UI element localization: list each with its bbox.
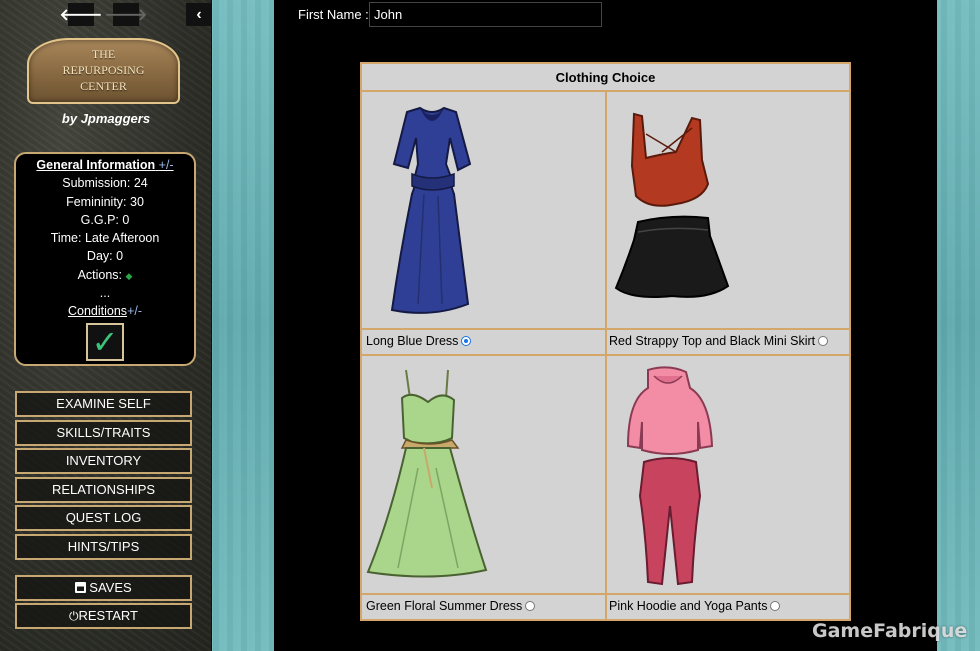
floppy-disk-icon (75, 582, 87, 593)
watermark: GameFabrique (812, 620, 968, 642)
long-blue-dress-image[interactable] (372, 104, 492, 324)
main-passage: First Name : John Clothing Choice Long B… (274, 0, 937, 651)
back-arrow-icon[interactable]: 🡐 (60, 3, 102, 26)
option-label: Long Blue Dress (366, 334, 459, 348)
logo-line-3: CENTER (80, 79, 127, 93)
conditions-link[interactable]: Conditions (68, 304, 127, 318)
stat-time: Time: Late Afteroon (50, 231, 160, 246)
radio-green-summer-dress[interactable] (525, 601, 536, 611)
general-info-link[interactable]: General Information (36, 158, 155, 172)
option-long-blue-dress[interactable]: Long Blue Dress (366, 334, 472, 348)
power-icon: ⏻ (69, 609, 79, 623)
radio-red-top-black-skirt[interactable] (818, 336, 829, 346)
stat-ggp: G.G.P: 0 (80, 212, 130, 227)
actions-label: Actions: (77, 267, 126, 282)
table-divider (362, 593, 849, 595)
restart-label: RESTART (78, 608, 138, 623)
quest-log-button[interactable]: QUEST LOG (15, 505, 192, 531)
green-summer-dress-image[interactable] (362, 368, 492, 588)
inventory-button[interactable]: INVENTORY (15, 448, 192, 474)
radio-long-blue-dress[interactable] (461, 336, 472, 346)
stat-actions: Actions: ◆ (16, 266, 194, 284)
pink-hoodie-yoga-pants-image[interactable] (614, 366, 724, 591)
conditions-row: Conditions+/- (16, 302, 194, 320)
table-divider (362, 354, 849, 356)
skills-traits-button[interactable]: SKILLS/TRAITS (15, 420, 192, 446)
info-header: General Information +/- (16, 156, 194, 174)
examine-self-button[interactable]: EXAMINE SELF (15, 391, 192, 417)
info-ellipsis: ... (99, 286, 111, 301)
action-point-icon: ◆ (125, 270, 133, 281)
stat-femininity: Femininity: 30 (66, 194, 144, 209)
option-red-top-black-skirt[interactable]: Red Strappy Top and Black Mini Skirt (609, 334, 829, 348)
sidebar: 🡐 🡒 ‹ THE REPURPOSING CENTER by Jpmagger… (0, 0, 212, 651)
option-pink-hoodie-yoga-pants[interactable]: Pink Hoodie and Yoga Pants (609, 599, 781, 613)
table-divider (362, 328, 849, 330)
saves-label: SAVES (89, 580, 132, 595)
relationships-button[interactable]: RELATIONSHIPS (15, 477, 192, 503)
logo-line-1: THE (91, 47, 116, 61)
checkmark-icon: ✓ (86, 322, 124, 361)
general-info-panel: General Information +/- Submission: 24 F… (14, 152, 196, 366)
author-byline: by Jpmaggers (61, 111, 151, 126)
collapse-sidebar-icon[interactable]: ‹ (186, 3, 212, 26)
conditions-toggle[interactable]: +/- (127, 304, 142, 318)
saves-button[interactable]: SAVES (15, 575, 192, 601)
option-label: Pink Hoodie and Yoga Pants (609, 599, 768, 613)
first-name-label: First Name : (298, 7, 369, 22)
stat-submission: Submission: 24 (62, 176, 148, 191)
radio-pink-hoodie-yoga-pants[interactable] (770, 601, 781, 611)
game-logo: THE REPURPOSING CENTER (27, 38, 180, 104)
stat-day: Day: 0 (86, 249, 124, 264)
forward-arrow-icon[interactable]: 🡒 (105, 3, 147, 26)
restart-button[interactable]: ⏻RESTART (15, 603, 192, 629)
clothing-choice-table: Clothing Choice Long Blue Dress Red Stra… (360, 62, 851, 621)
red-top-black-skirt-image[interactable] (612, 104, 732, 324)
first-name-input[interactable]: John (369, 2, 602, 27)
info-toggle[interactable]: +/- (159, 158, 174, 172)
option-label: Red Strappy Top and Black Mini Skirt (609, 334, 816, 348)
option-label: Green Floral Summer Dress (366, 599, 523, 613)
logo-line-2: REPURPOSING (62, 63, 145, 77)
clothing-choice-title: Clothing Choice (362, 64, 849, 92)
hints-tips-button[interactable]: HINTS/TIPS (15, 534, 192, 560)
option-green-summer-dress[interactable]: Green Floral Summer Dress (366, 599, 536, 613)
